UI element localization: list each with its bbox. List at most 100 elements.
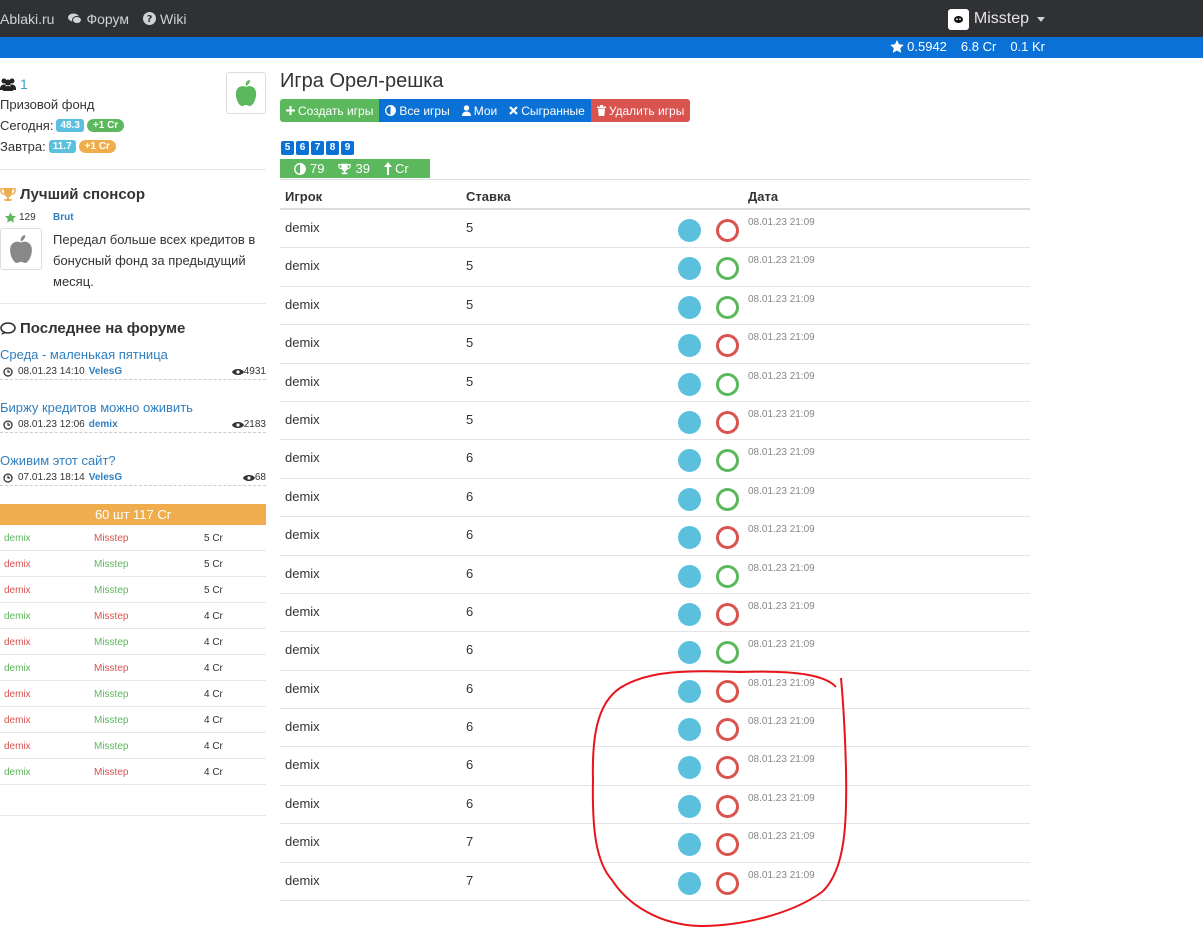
recent-game-player1[interactable]: demix [4,559,31,570]
player-name[interactable]: demix [285,834,320,849]
coin-heads-icon[interactable] [678,756,701,780]
recent-game-player1[interactable]: demix [4,689,31,700]
recent-game-amount: 4 Cr [204,611,223,622]
coin-heads-icon[interactable] [678,641,701,665]
player-name[interactable]: demix [285,297,320,312]
forum-topic-link[interactable]: Биржу кредитов можно оживить [0,400,266,415]
forum-author-link[interactable]: VelesG [89,366,122,377]
coin-result-icon[interactable] [716,526,739,550]
brand-link[interactable]: Ablaki.ru [0,11,54,27]
nav-forum-link[interactable]: Форум [68,11,129,27]
recent-game-player2[interactable]: Misstep [94,767,128,778]
coin-heads-icon[interactable] [678,295,701,319]
recent-game-player1[interactable]: demix [4,533,31,544]
recent-game-player1[interactable]: demix [4,637,31,648]
coin-heads-icon[interactable] [678,526,701,550]
delete-games-button[interactable]: Удалить игры [590,99,691,122]
sponsor-avatar[interactable] [0,228,42,270]
recent-game-player1[interactable]: demix [4,585,31,596]
player-name[interactable]: demix [285,450,320,465]
player-name[interactable]: demix [285,719,320,734]
coin-heads-icon[interactable] [678,794,701,818]
forum-author-link[interactable]: demix [89,419,118,430]
recent-game-player2[interactable]: Misstep [94,611,128,622]
fund-avatar[interactable] [226,72,266,114]
player-name[interactable]: demix [285,566,320,581]
page-link[interactable]: 9 [341,141,354,155]
recent-game-player1[interactable]: demix [4,767,31,778]
forum-topic-link[interactable]: Оживим этот сайт? [0,453,266,468]
recent-game-player2[interactable]: Misstep [94,637,128,648]
coin-result-icon[interactable] [716,756,739,780]
page-link[interactable]: 7 [311,141,324,155]
page-link[interactable]: 5 [281,141,294,155]
recent-game-player1[interactable]: demix [4,611,31,622]
coin-heads-icon[interactable] [678,833,701,857]
player-name[interactable]: demix [285,412,320,427]
recent-game-player2[interactable]: Misstep [94,689,128,700]
coin-result-icon[interactable] [716,449,739,473]
coin-result-icon[interactable] [716,295,739,319]
players-count[interactable]: 1 [0,76,28,92]
recent-game-player1[interactable]: demix [4,741,31,752]
coin-heads-icon[interactable] [678,718,701,742]
coin-result-icon[interactable] [716,718,739,742]
recent-game-player1[interactable]: demix [4,715,31,726]
coin-heads-icon[interactable] [678,410,701,434]
all-games-button[interactable]: Все игры [379,99,456,122]
coin-heads-icon[interactable] [678,219,701,242]
recent-game-player2[interactable]: Misstep [94,741,128,752]
recent-game-player2[interactable]: Misstep [94,559,128,570]
coin-heads-icon[interactable] [678,564,701,588]
coin-heads-icon[interactable] [678,602,701,626]
coin-result-icon[interactable] [716,219,739,242]
coin-result-icon[interactable] [716,794,739,818]
coin-result-icon[interactable] [716,334,739,358]
player-name[interactable]: demix [285,642,320,657]
coin-result-icon[interactable] [716,257,739,281]
user-menu[interactable]: Misstep [947,8,1045,30]
coin-heads-icon[interactable] [678,871,701,895]
currency-label: Cr [394,161,409,176]
player-name[interactable]: demix [285,258,320,273]
coin-heads-icon[interactable] [678,487,701,511]
coin-heads-icon[interactable] [678,449,701,473]
coin-result-icon[interactable] [716,602,739,626]
nav-wiki-link[interactable]: ? Wiki [143,11,186,27]
create-games-button[interactable]: Создать игры [280,99,380,122]
forum-topic-link[interactable]: Среда - маленькая пятница [0,347,266,362]
recent-game-player2[interactable]: Misstep [94,533,128,544]
coin-heads-icon[interactable] [678,679,701,703]
recent-game-player2[interactable]: Misstep [94,715,128,726]
player-name[interactable]: demix [285,796,320,811]
coin-result-icon[interactable] [716,372,739,396]
page-link[interactable]: 8 [326,141,339,155]
my-games-button[interactable]: Мои [455,99,504,122]
player-name[interactable]: demix [285,681,320,696]
coin-heads-icon[interactable] [678,334,701,358]
played-games-button[interactable]: Сыгранные [503,99,591,122]
player-name[interactable]: demix [285,604,320,619]
coin-result-icon[interactable] [716,641,739,665]
coin-heads-icon[interactable] [678,257,701,281]
player-name[interactable]: demix [285,220,320,235]
player-name[interactable]: demix [285,489,320,504]
coin-result-icon[interactable] [716,833,739,857]
coin-result-icon[interactable] [716,871,739,895]
coin-result-icon[interactable] [716,487,739,511]
player-name[interactable]: demix [285,873,320,888]
forum-author-link[interactable]: VelesG [89,472,122,483]
player-name[interactable]: demix [285,527,320,542]
player-name[interactable]: demix [285,335,320,350]
coin-result-icon[interactable] [716,410,739,434]
player-name[interactable]: demix [285,374,320,389]
player-name[interactable]: demix [285,757,320,772]
recent-game-player2[interactable]: Misstep [94,663,128,674]
recent-game-player2[interactable]: Misstep [94,585,128,596]
coin-result-icon[interactable] [716,679,739,703]
sponsor-name-link[interactable]: Brut [53,212,74,223]
recent-game-player1[interactable]: demix [4,663,31,674]
page-link[interactable]: 6 [296,141,309,155]
coin-result-icon[interactable] [716,564,739,588]
coin-heads-icon[interactable] [678,372,701,396]
